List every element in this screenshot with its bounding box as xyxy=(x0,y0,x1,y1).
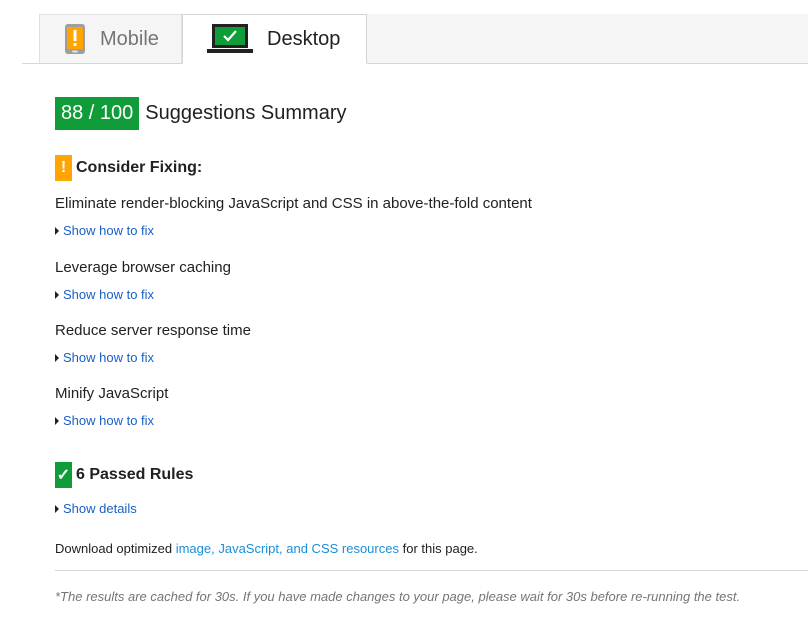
phone-warning-icon xyxy=(64,24,86,54)
rule-title: Eliminate render-blocking JavaScript and… xyxy=(55,195,532,212)
caret-right-icon xyxy=(55,226,59,235)
download-prefix: Download optimized xyxy=(55,541,173,556)
download-suffix: for this page. xyxy=(402,541,478,556)
tabbar-filler xyxy=(367,14,808,63)
caret-right-icon xyxy=(55,290,59,299)
laptop-check-icon xyxy=(207,24,253,54)
caret-right-icon xyxy=(55,353,59,362)
rule-title: Reduce server response time xyxy=(55,322,251,339)
passed-rules-header: ✓ 6 Passed Rules xyxy=(55,462,193,488)
tab-desktop[interactable]: Desktop xyxy=(182,14,367,64)
device-tabbar: Mobile Desktop xyxy=(22,0,808,64)
consider-fixing-header: ! Consider Fixing: xyxy=(55,155,202,181)
toggle-label: Show how to fix xyxy=(63,287,155,302)
summary-title: Suggestions Summary xyxy=(145,102,347,124)
show-how-to-fix-link[interactable]: Show how to fix xyxy=(55,223,154,238)
passed-rules-label: 6 Passed Rules xyxy=(76,466,194,483)
toggle-label: Show how to fix xyxy=(63,413,155,428)
score-badge: 88 / 100 xyxy=(55,97,140,130)
check-icon: ✓ xyxy=(55,462,72,488)
toggle-label: Show how to fix xyxy=(63,350,155,365)
tab-mobile[interactable]: Mobile xyxy=(39,14,182,63)
tab-desktop-label: Desktop xyxy=(267,27,341,50)
caret-right-icon xyxy=(55,416,59,425)
cache-note: *The results are cached for 30s. If you … xyxy=(55,589,741,604)
download-resources-link[interactable]: image, JavaScript, and CSS resources xyxy=(176,541,399,556)
toggle-label: Show details xyxy=(63,501,137,516)
show-how-to-fix-link[interactable]: Show how to fix xyxy=(55,287,154,302)
divider xyxy=(55,570,808,571)
consider-fixing-label: Consider Fixing: xyxy=(76,159,203,176)
tab-mobile-label: Mobile xyxy=(100,27,159,50)
show-how-to-fix-link[interactable]: Show how to fix xyxy=(55,350,154,365)
toggle-label: Show how to fix xyxy=(63,223,155,238)
rule-title: Minify JavaScript xyxy=(55,385,169,402)
score-summary: 88 / 100 Suggestions Summary xyxy=(55,97,347,130)
caret-right-icon xyxy=(55,504,59,513)
rule-title: Leverage browser caching xyxy=(55,259,231,276)
show-how-to-fix-link[interactable]: Show how to fix xyxy=(55,413,154,428)
warning-icon: ! xyxy=(55,155,72,181)
download-text: Download optimized image, JavaScript, an… xyxy=(55,541,478,556)
show-details-link[interactable]: Show details xyxy=(55,501,137,516)
